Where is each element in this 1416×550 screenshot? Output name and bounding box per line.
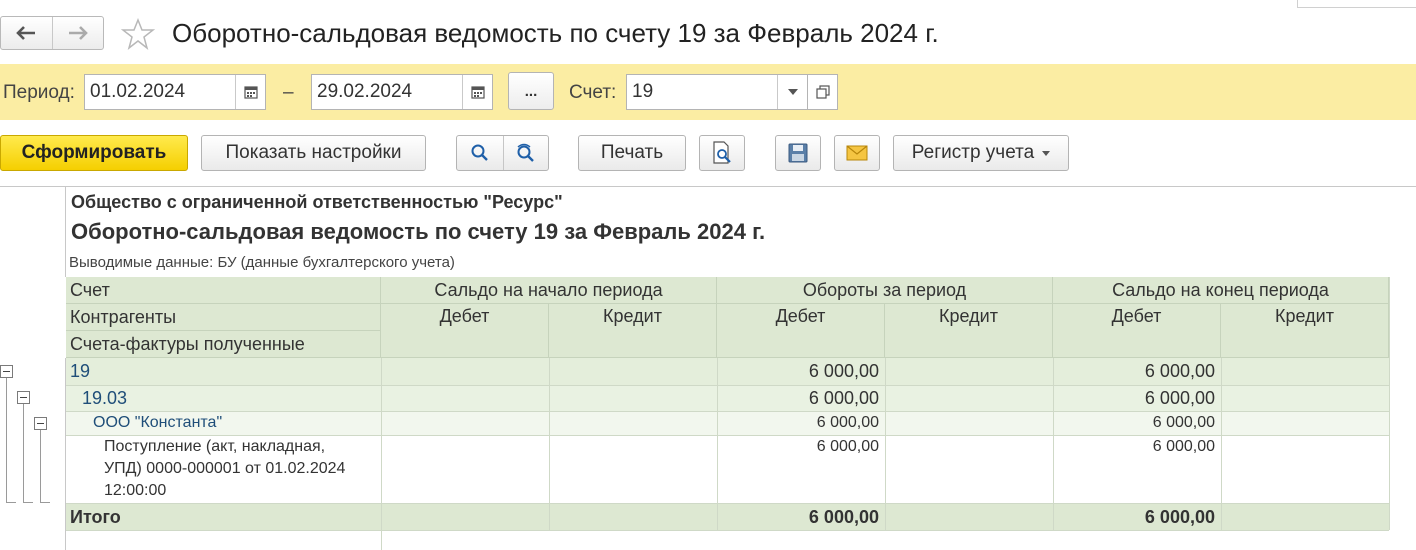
star-icon — [121, 18, 155, 50]
row-counterparty-name[interactable]: ООО "Константа" — [93, 414, 378, 434]
date-from-field[interactable]: 01.02.2024 — [84, 74, 266, 110]
header-opening-credit: Кредит — [549, 304, 717, 358]
report-top-border — [0, 186, 1416, 187]
search-icon — [471, 144, 488, 161]
total-turnover-debit[interactable]: 6 000,00 — [717, 507, 885, 529]
column-divider — [1221, 358, 1222, 530]
row-divider — [66, 411, 1389, 412]
chevron-down-icon — [787, 89, 798, 95]
report-left-border — [65, 187, 66, 277]
row-counterparty-closing-debit[interactable]: 6 000,00 — [1053, 414, 1221, 434]
search-button-group — [456, 135, 549, 171]
calendar-icon — [470, 86, 485, 99]
report-subtitle: Выводимые данные: БУ (данные бухгалтерск… — [69, 254, 455, 271]
row-account-19-closing-debit[interactable]: 6 000,00 — [1053, 361, 1221, 383]
account-label: Счет: — [569, 82, 617, 103]
column-divider — [1389, 277, 1390, 530]
organization-name: Общество с ограниченной ответственностью… — [71, 192, 563, 212]
tree-line — [23, 404, 24, 502]
tree-line — [40, 502, 50, 503]
favorite-star-button[interactable] — [120, 17, 156, 51]
row-document-name-line3[interactable]: 12:00:00 — [104, 482, 380, 504]
header-opening-balance: Сальдо на начало периода — [381, 277, 717, 304]
print-button[interactable]: Печать — [578, 135, 686, 171]
column-divider — [549, 358, 550, 530]
row-document-closing-debit[interactable]: 6 000,00 — [1053, 438, 1221, 458]
page-title: Оборотно-сальдовая ведомость по счету 19… — [172, 18, 939, 48]
header-counterparties: Контрагенты — [66, 304, 381, 331]
header-closing-balance: Сальдо на конец периода — [1053, 277, 1389, 304]
header-invoices: Счета-фактуры полученные — [66, 331, 381, 358]
row-account-19-name[interactable]: 19 — [70, 361, 370, 383]
forward-button[interactable] — [51, 17, 103, 49]
account-field[interactable]: 19 — [626, 74, 808, 110]
account-value: 19 — [632, 81, 654, 102]
header-closing-credit: Кредит — [1221, 304, 1389, 358]
period-label: Период: — [3, 82, 75, 103]
tree-line — [6, 502, 16, 503]
date-from-value: 01.02.2024 — [90, 81, 186, 102]
total-label: Итого — [70, 507, 121, 527]
navigation-buttons — [0, 16, 104, 50]
send-email-button[interactable] — [834, 135, 880, 171]
header-opening-debit: Дебет — [381, 304, 549, 358]
row-document-name-line2[interactable]: УПД) 0000-000001 от 01.02.2024 — [104, 460, 380, 482]
collapse-account-1903-button[interactable] — [17, 391, 30, 404]
row-document-turnover-debit[interactable]: 6 000,00 — [717, 438, 885, 458]
header-turnover: Обороты за период — [717, 277, 1053, 304]
register-label: Регистр учета — [911, 142, 1035, 163]
row-divider — [66, 385, 1389, 386]
report-title: Оборотно-сальдовая ведомость по счету 19… — [71, 219, 766, 244]
floppy-disk-icon — [788, 143, 808, 163]
generate-button[interactable]: Сформировать — [0, 135, 188, 171]
search-button[interactable] — [457, 136, 503, 170]
period-bar: Период: 01.02.2024 – 29.02.2024 ... Счет… — [0, 64, 1416, 120]
date-to-value: 29.02.2024 — [317, 81, 413, 102]
header-closing-debit: Дебет — [1053, 304, 1221, 358]
save-button[interactable] — [775, 135, 821, 171]
open-window-icon — [815, 85, 830, 99]
header-turnover-credit: Кредит — [885, 304, 1053, 358]
register-dropdown-button[interactable]: Регистр учета — [893, 135, 1069, 171]
collapse-account-19-button[interactable] — [0, 365, 13, 378]
column-divider — [885, 358, 886, 530]
date-from-calendar-button[interactable] — [235, 75, 265, 109]
tree-line — [40, 430, 41, 502]
period-dash: – — [283, 82, 294, 103]
calendar-icon — [243, 86, 258, 99]
account-open-button[interactable] — [808, 74, 838, 110]
show-settings-button[interactable]: Показать настройки — [201, 135, 426, 171]
header-account: Счет — [66, 277, 381, 304]
column-divider — [381, 358, 382, 550]
window-controls-area — [1297, 0, 1416, 8]
row-account-19-turnover-debit[interactable]: 6 000,00 — [717, 361, 885, 383]
period-select-button[interactable]: ... — [508, 72, 554, 110]
arrow-left-icon — [16, 26, 36, 40]
envelope-icon — [846, 145, 868, 161]
tree-line — [23, 502, 33, 503]
date-to-calendar-button[interactable] — [462, 75, 492, 109]
arrow-right-icon — [68, 26, 88, 40]
print-preview-button[interactable] — [699, 135, 745, 171]
row-divider — [66, 530, 1389, 531]
row-account-1903-closing-debit[interactable]: 6 000,00 — [1053, 388, 1221, 410]
back-button[interactable] — [1, 17, 52, 49]
tree-column-border — [65, 358, 66, 550]
collapse-counterparty-button[interactable] — [34, 417, 47, 430]
search-refresh-icon — [517, 143, 534, 162]
row-document-name-line1[interactable]: Поступление (акт, накладная, — [104, 438, 380, 460]
row-divider — [66, 435, 1389, 436]
chevron-down-icon — [1042, 150, 1051, 156]
account-dropdown-button[interactable] — [777, 75, 807, 109]
header-turnover-debit: Дебет — [717, 304, 885, 358]
print-preview-icon — [713, 141, 731, 164]
date-to-field[interactable]: 29.02.2024 — [311, 74, 493, 110]
tree-line — [6, 378, 7, 502]
row-account-1903-turnover-debit[interactable]: 6 000,00 — [717, 388, 885, 410]
title-bar: Оборотно-сальдовая ведомость по счету 19… — [0, 0, 1416, 64]
row-account-1903-name[interactable]: 19.03 — [82, 388, 372, 410]
search-advanced-button[interactable] — [502, 136, 549, 170]
total-closing-debit[interactable]: 6 000,00 — [1053, 507, 1221, 529]
row-counterparty-turnover-debit[interactable]: 6 000,00 — [717, 414, 885, 434]
